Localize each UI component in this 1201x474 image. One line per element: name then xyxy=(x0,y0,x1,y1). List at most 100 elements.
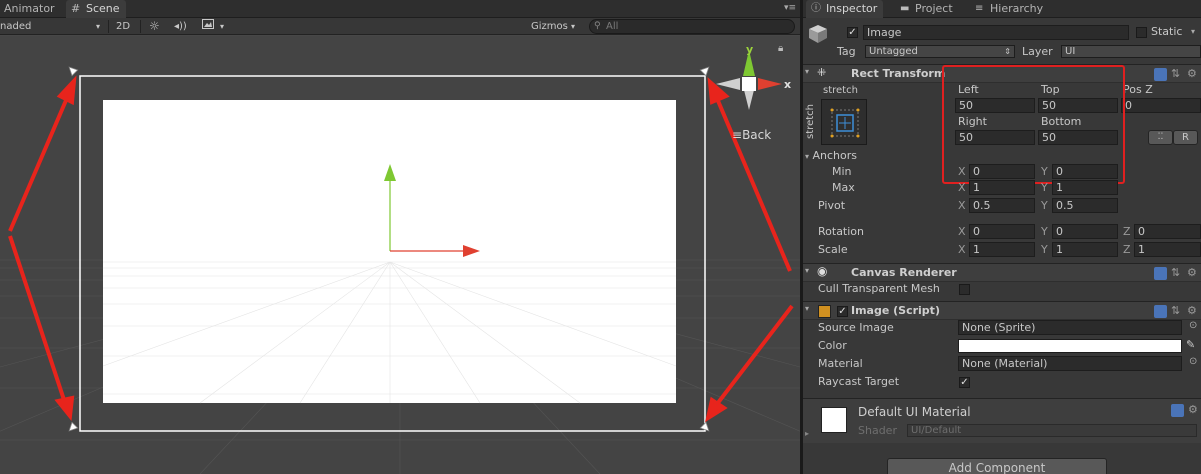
pivot-x-input[interactable]: 0.5 xyxy=(969,198,1035,213)
object-picker-icon[interactable]: ⊙ xyxy=(1189,320,1197,331)
layer-label: Layer xyxy=(1022,45,1053,58)
canvas-renderer-header[interactable]: ▾ ◉ Canvas Renderer ⇅ ⚙ xyxy=(803,263,1201,282)
gizmo-x-label: x xyxy=(784,78,792,91)
posz-input[interactable]: 0 xyxy=(1121,98,1201,113)
tab-inspector-label: Inspector xyxy=(826,2,878,15)
raycast-target-checkbox[interactable]: ✓ xyxy=(959,377,970,388)
gear-icon[interactable]: ⚙ xyxy=(1187,266,1197,279)
anchor-preset-label: stretch xyxy=(823,85,858,96)
tab-menu-icon[interactable]: ▾≡ xyxy=(784,3,796,13)
chevron-down-icon: ▾ xyxy=(571,22,576,31)
source-image-label: Source Image xyxy=(818,321,894,334)
toolbar-divider xyxy=(108,20,109,33)
chevron-updown-icon: ⇕ xyxy=(1004,47,1011,56)
anchors-foldout[interactable]: ▾ Anchors xyxy=(805,149,857,164)
help-icon[interactable] xyxy=(1154,267,1167,280)
image-script-header[interactable]: ▾ ✓ Image (Script) ⇅ ⚙ xyxy=(803,301,1201,320)
view-label[interactable]: ≡Back xyxy=(732,128,771,142)
anchor-min-y-input[interactable]: 0 xyxy=(1052,164,1118,179)
folder-icon: ▬ xyxy=(900,3,910,14)
add-component-button[interactable]: Add Component xyxy=(887,458,1107,474)
scene-tabbar: Animator # Scene ▾≡ xyxy=(0,0,800,18)
foldout-icon: ▾ xyxy=(805,304,810,313)
gear-icon[interactable]: ⚙ xyxy=(1188,403,1198,416)
anchor-min-x-input[interactable]: 0 xyxy=(969,164,1035,179)
blueprint-mode-button[interactable]: ⁚⁚ xyxy=(1148,130,1173,145)
help-icon[interactable] xyxy=(1154,68,1167,81)
tab-hierarchy[interactable]: ≡ Hierarchy xyxy=(970,0,1049,18)
object-name-input[interactable]: Image xyxy=(863,25,1129,40)
active-checkbox[interactable]: ✓ xyxy=(847,27,858,38)
scale-z-input[interactable]: 1 xyxy=(1134,242,1201,257)
raw-edit-button[interactable]: R xyxy=(1173,130,1198,145)
anchor-max-y-input[interactable]: 1 xyxy=(1052,180,1118,195)
static-checkbox[interactable] xyxy=(1136,27,1147,38)
tab-project-label: Project xyxy=(915,2,953,15)
preset-icon[interactable]: ⇅ xyxy=(1171,67,1180,80)
axis-x-label: X xyxy=(958,199,966,212)
inspector-tabbar: ⓘ Inspector ▬ Project ≡ Hierarchy xyxy=(803,0,1201,18)
object-picker-icon[interactable]: ⊙ xyxy=(1189,356,1197,367)
cull-transparent-label: Cull Transparent Mesh xyxy=(818,282,940,295)
pivot-label: Pivot xyxy=(818,199,846,212)
chevron-down-icon[interactable]: ▾ xyxy=(1191,27,1195,36)
chevron-down-icon: ▾ xyxy=(96,22,101,31)
color-swatch[interactable] xyxy=(958,339,1182,353)
rotation-x-input[interactable]: 0 xyxy=(969,224,1035,239)
gizmos-dropdown[interactable]: Gizmos ▾ xyxy=(531,19,575,34)
shading-mode-dropdown[interactable]: naded ▾ xyxy=(0,19,104,34)
scale-x-input[interactable]: 1 xyxy=(969,242,1035,257)
tab-animator[interactable]: Animator xyxy=(0,0,61,18)
gear-icon[interactable]: ⚙ xyxy=(1187,304,1197,317)
cull-transparent-checkbox[interactable] xyxy=(959,284,970,295)
source-image-field[interactable]: None (Sprite) xyxy=(958,320,1182,335)
gizmos-label: Gizmos xyxy=(531,21,568,32)
axis-x-label: X xyxy=(958,181,966,194)
tab-scene-label: Scene xyxy=(86,2,120,15)
effects-toggle-icon[interactable] xyxy=(202,19,214,34)
anchor-max-label: Max xyxy=(832,181,855,194)
rotation-y-input[interactable]: 0 xyxy=(1052,224,1118,239)
tag-label: Tag xyxy=(837,45,856,58)
anchor-preset-button[interactable] xyxy=(821,99,867,145)
scene-canvas xyxy=(0,50,800,474)
back-icon: ≡ xyxy=(732,128,743,142)
layer-dropdown[interactable]: UI xyxy=(1061,45,1201,58)
tab-scene[interactable]: # Scene xyxy=(66,0,126,18)
scale-y-input[interactable]: 1 xyxy=(1052,242,1118,257)
axis-x-label: X xyxy=(958,165,966,178)
list-icon: ≡ xyxy=(975,3,984,14)
gear-icon[interactable]: ⚙ xyxy=(1187,67,1197,80)
foldout-icon[interactable]: ▸ xyxy=(805,429,809,438)
image-enabled-checkbox[interactable]: ✓ xyxy=(837,306,848,317)
image-rect[interactable] xyxy=(103,100,676,403)
rotation-z-input[interactable]: 0 xyxy=(1134,224,1201,239)
help-icon[interactable] xyxy=(1154,305,1167,318)
tag-dropdown[interactable]: Untagged ⇕ xyxy=(865,45,1015,58)
anchor-max-x-input[interactable]: 1 xyxy=(969,180,1035,195)
effects-dropdown-icon[interactable]: ▾ xyxy=(220,19,224,34)
material-field[interactable]: None (Material) xyxy=(958,356,1182,371)
lock-icon[interactable]: 🔒︎ xyxy=(778,43,783,54)
orientation-gizmo[interactable] xyxy=(716,50,782,110)
scene-viewport[interactable]: y x 🔒︎ ≡Back xyxy=(0,36,800,474)
2d-toggle[interactable]: 2D xyxy=(116,19,130,34)
help-icon[interactable] xyxy=(1171,404,1184,417)
material-name: Default UI Material xyxy=(858,405,971,419)
scene-search-input[interactable]: ⚲ All xyxy=(589,19,795,34)
eyedropper-icon[interactable]: ✎ xyxy=(1186,338,1195,351)
tab-inspector[interactable]: ⓘ Inspector xyxy=(806,0,884,18)
static-label: Static xyxy=(1151,25,1183,38)
material-label: Material xyxy=(818,357,863,370)
lighting-toggle-icon[interactable]: ☼ xyxy=(149,19,160,34)
preset-icon[interactable]: ⇅ xyxy=(1171,266,1180,279)
tab-project[interactable]: ▬ Project xyxy=(895,0,959,18)
anchor-stretch-icon xyxy=(830,108,860,138)
audio-toggle-icon[interactable]: ◂)) xyxy=(174,19,187,34)
shader-label: Shader xyxy=(858,424,897,437)
preset-icon[interactable]: ⇅ xyxy=(1171,304,1180,317)
axis-y-label: Y xyxy=(1041,165,1048,178)
pivot-y-input[interactable]: 0.5 xyxy=(1052,198,1118,213)
anchors-label: Anchors xyxy=(812,149,858,162)
shader-dropdown[interactable]: UI/Default xyxy=(907,424,1197,437)
